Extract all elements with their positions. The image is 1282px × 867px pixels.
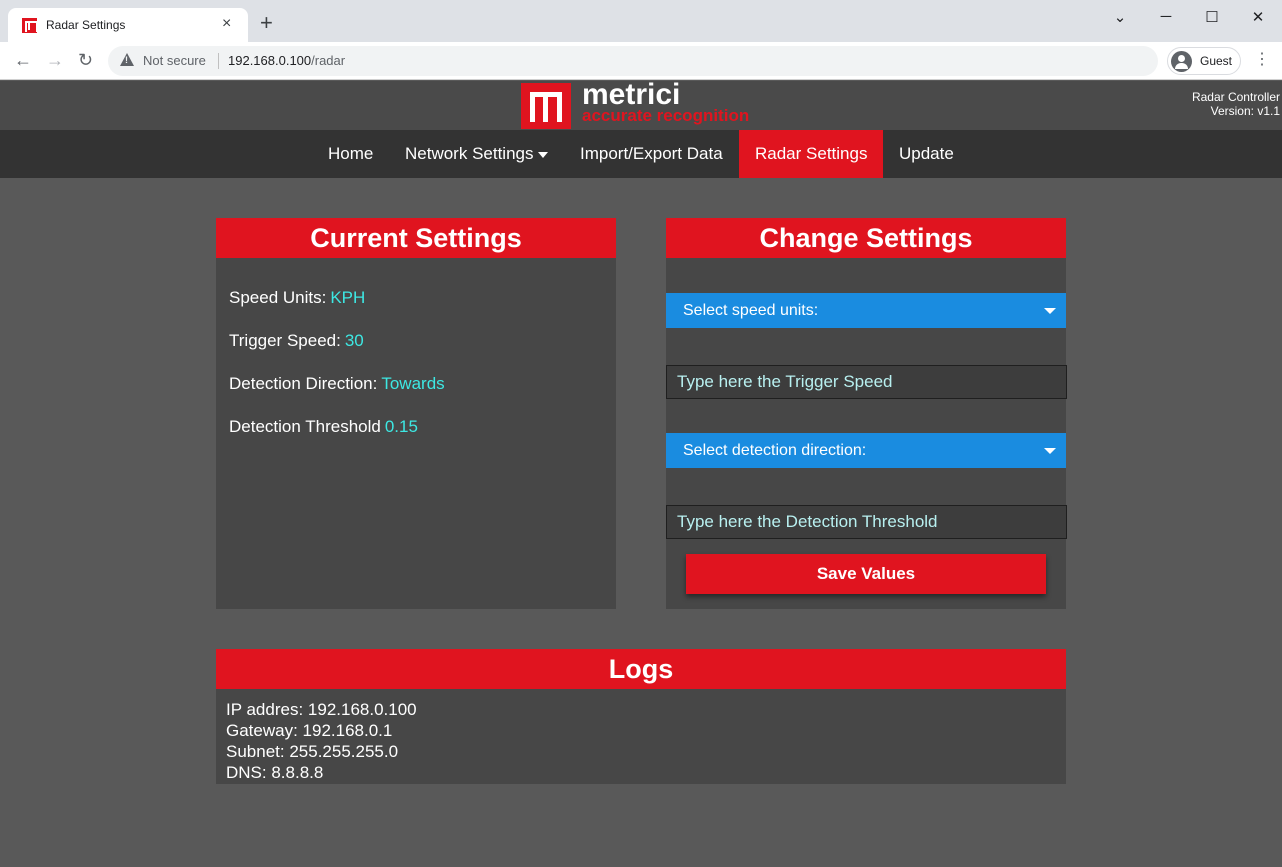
- browser-toolbar: ← → ↻ Not secure 192.168.0.100/radar Gue…: [0, 42, 1282, 80]
- nav-network-settings-label: Network Settings: [405, 144, 534, 163]
- tab-search-chevron-icon[interactable]: ⌄: [1110, 8, 1130, 26]
- caret-down-icon: [537, 151, 548, 158]
- nav-import-export[interactable]: Import/Export Data: [564, 130, 739, 178]
- tab-close-icon[interactable]: ×: [222, 15, 231, 33]
- detection-threshold-row: Detection Threshold 0.15: [229, 417, 418, 437]
- metrici-logo-icon: [521, 83, 571, 129]
- detection-threshold-value: 0.15: [384, 417, 418, 436]
- url-host: 192.168.0.100: [228, 53, 312, 68]
- nav-update[interactable]: Update: [883, 130, 970, 178]
- current-settings-panel: Speed Units: KPH Trigger Speed: 30 Detecti…: [216, 258, 616, 609]
- version-label: Version: v1.1: [1210, 104, 1280, 118]
- url-path: /radar: [311, 53, 346, 68]
- trigger-speed-input[interactable]: [666, 365, 1067, 399]
- dropdown-arrow-icon: [1044, 308, 1056, 314]
- log-line-subnet: Subnet: 255.255.255.0: [226, 742, 399, 761]
- trigger-speed-row: Trigger Speed: 30: [229, 331, 364, 351]
- detection-direction-label: Detection Direction:: [229, 374, 378, 393]
- back-button[interactable]: ←: [14, 50, 32, 70]
- change-settings-title: Change Settings: [666, 218, 1066, 258]
- log-line-gateway: Gateway: 192.168.0.1: [226, 721, 393, 740]
- profile-label: Guest: [1200, 54, 1233, 68]
- current-settings-title: Current Settings: [216, 218, 616, 258]
- maximize-button[interactable]: ☐: [1202, 8, 1222, 26]
- speed-units-value: KPH: [330, 288, 366, 307]
- detection-direction-value: Towards: [381, 374, 445, 393]
- site-header: metrici accurate recognition Radar Contr…: [0, 78, 1282, 130]
- avatar-icon: [1171, 51, 1192, 72]
- logo-tagline: accurate recognition: [582, 106, 750, 125]
- browser-menu-icon[interactable]: ⋮: [1254, 50, 1270, 70]
- logs-title: Logs: [216, 649, 1066, 689]
- logo-wordmark: metrici: [582, 78, 681, 111]
- warning-icon[interactable]: [120, 53, 134, 66]
- dropdown-arrow-icon: [1044, 448, 1056, 454]
- detection-threshold-label: Detection Threshold: [229, 417, 381, 436]
- detection-direction-select-label: Select detection direction:: [683, 442, 867, 459]
- detection-threshold-input[interactable]: [666, 505, 1067, 539]
- log-line-dns: DNS: 8.8.8.8: [226, 763, 324, 782]
- logs-panel: IP addres: 192.168.0.100 Gateway: 192.16…: [216, 689, 1066, 784]
- trigger-speed-value: 30: [344, 331, 364, 350]
- trigger-speed-label: Trigger Speed:: [229, 331, 341, 350]
- profile-button[interactable]: Guest: [1167, 47, 1241, 75]
- speed-units-select-label: Select speed units:: [683, 302, 819, 319]
- nav-home[interactable]: Home: [312, 130, 389, 178]
- nav-radar-settings[interactable]: Radar Settings: [739, 130, 883, 178]
- main-nav: Home Network Settings Import/Export Data…: [0, 130, 1282, 178]
- reload-button[interactable]: ↻: [78, 50, 93, 70]
- not-secure-label[interactable]: Not secure: [143, 53, 206, 68]
- url-text[interactable]: 192.168.0.100/radar: [228, 53, 345, 68]
- speed-units-select[interactable]: Select speed units:: [666, 293, 1066, 328]
- new-tab-button[interactable]: +: [260, 12, 273, 34]
- minimize-button[interactable]: ─: [1156, 8, 1176, 25]
- browser-titlebar: Radar Settings × + ⌄ ─ ☐ ✕: [0, 0, 1282, 42]
- change-settings-panel: Select speed units: Select detection dir…: [666, 258, 1067, 609]
- browser-tab[interactable]: Radar Settings ×: [8, 8, 248, 42]
- save-values-button[interactable]: Save Values: [686, 554, 1046, 594]
- log-line-ip: IP addres: 192.168.0.100: [226, 700, 417, 719]
- close-window-button[interactable]: ✕: [1248, 8, 1268, 26]
- address-separator: [218, 53, 219, 69]
- speed-units-label: Speed Units:: [229, 288, 327, 307]
- forward-button[interactable]: →: [46, 50, 64, 70]
- tab-title: Radar Settings: [46, 18, 126, 32]
- detection-direction-select[interactable]: Select detection direction:: [666, 433, 1066, 468]
- detection-direction-row: Detection Direction: Towards: [229, 374, 445, 394]
- metrici-favicon-icon: [22, 18, 38, 33]
- speed-units-row: Speed Units: KPH: [229, 288, 365, 308]
- address-bar[interactable]: Not secure 192.168.0.100/radar: [108, 46, 1158, 76]
- controller-name: Radar Controller: [1191, 90, 1280, 104]
- nav-network-settings[interactable]: Network Settings: [389, 130, 564, 178]
